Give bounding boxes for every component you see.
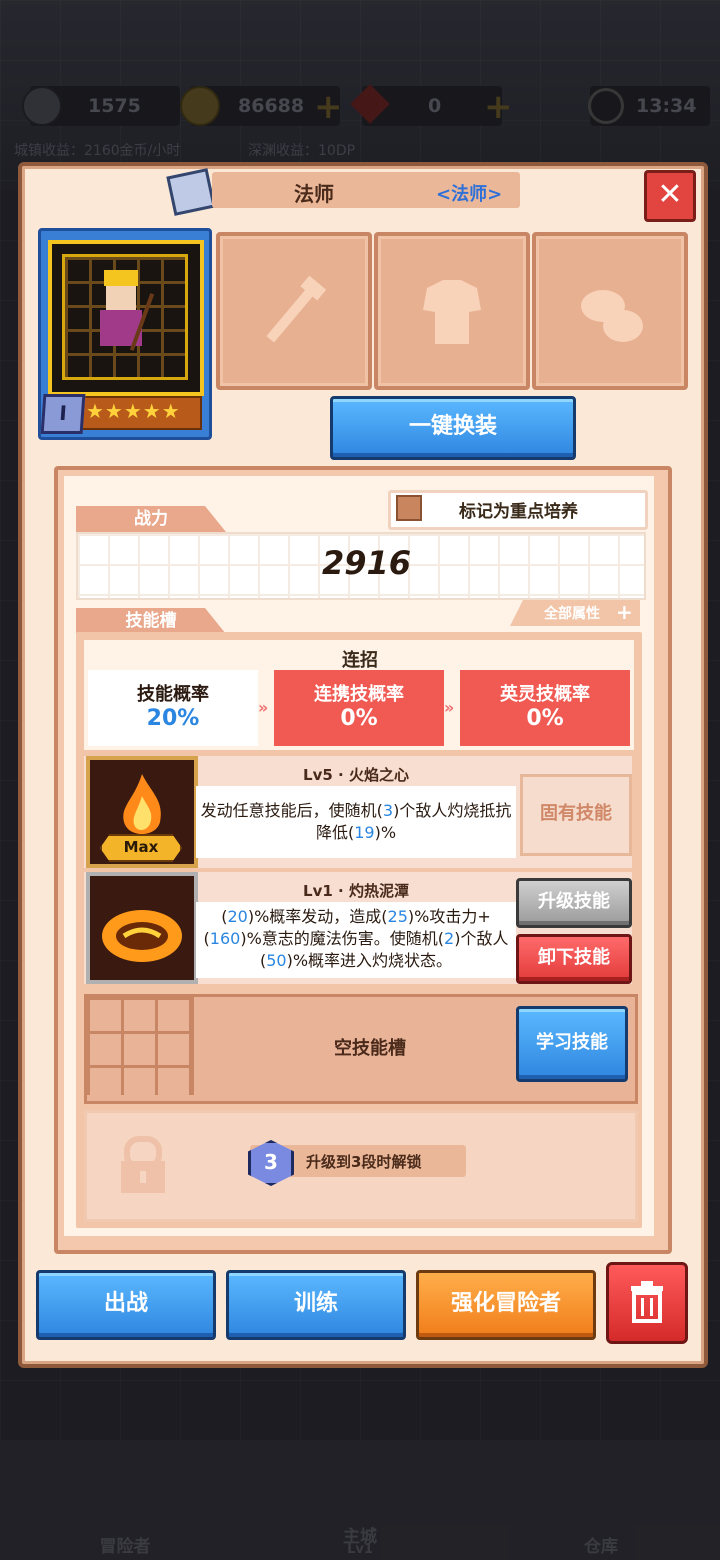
remove-skill-button[interactable]: 卸下技能 (516, 934, 632, 984)
combo-link-rate-value: 0% (340, 706, 378, 731)
learn-skill-button[interactable]: 学习技能 (516, 1006, 628, 1082)
innate-skill-button[interactable]: 固有技能 (520, 774, 632, 856)
trash-icon (631, 1281, 663, 1323)
unlock-requirement-text: 升级到3段时解锁 (306, 1153, 422, 1171)
max-level-badge: Max (100, 834, 182, 862)
armor-placeholder-icon (378, 236, 526, 386)
combo-skill-rate-label: 技能概率 (137, 684, 209, 705)
mage-sprite (96, 270, 155, 354)
combo-skill-rate: 技能概率 20% (88, 670, 258, 746)
desc-number: 160 (209, 929, 241, 948)
close-button[interactable]: ✕ (644, 170, 696, 222)
equip-slot-armor[interactable] (374, 232, 530, 390)
scroll-icon (166, 168, 216, 216)
class-tag: <法师> (436, 184, 503, 205)
power-tab: 战力 (76, 506, 226, 532)
combo-link-rate: 连携技概率 0% (274, 670, 444, 746)
all-attributes-label: 全部属性 (544, 606, 600, 622)
desc-number: 3 (382, 801, 394, 820)
deploy-button[interactable]: 出战 (36, 1270, 216, 1340)
desc-number: 20 (227, 907, 248, 926)
skill-2-name: Lv1 · 灼热泥潭 (303, 882, 409, 900)
skill-1-desc: 发动任意技能后，使随机(3)个敌人灼烧抵抗降低(19)% (196, 800, 516, 844)
combo-link-rate-label: 连携技概率 (314, 684, 404, 705)
desc-text: 发动任意技能后，使随机( (200, 801, 383, 820)
arrow-icon: » (444, 698, 455, 717)
empty-slot-label: 空技能槽 (334, 1038, 406, 1059)
desc-number: 19 (354, 823, 375, 842)
quick-equip-button[interactable]: 一键换装 (330, 396, 576, 460)
weapon-placeholder-icon (220, 236, 368, 386)
combo-skill-rate-value: 20% (146, 706, 200, 731)
upgrade-skill-button[interactable]: 升级技能 (516, 878, 632, 928)
mark-focus-label: 标记为重点培养 (459, 502, 578, 522)
power-value: 2916 (322, 544, 412, 582)
all-attributes-link[interactable]: 全部属性 + (510, 600, 640, 626)
desc-number: 25 (387, 907, 408, 926)
mark-focus-checkbox[interactable] (396, 495, 422, 521)
scorching-swamp-skill-icon[interactable] (86, 872, 198, 984)
skill-1-name: Lv5 · 火焰之心 (303, 766, 409, 784)
desc-text: )% (374, 823, 397, 842)
desc-text: )%意志的魔法伤害。使随机( (240, 929, 445, 948)
desc-number: 2 (444, 929, 455, 948)
combo-hero-rate-label: 英灵技概率 (500, 684, 590, 705)
empty-slot-pattern (87, 997, 194, 1095)
equip-slot-accessory[interactable] (532, 232, 688, 390)
combo-hero-rate-value: 0% (526, 706, 564, 731)
desc-text: )%概率发动，造成( (247, 907, 388, 926)
desc-number: 50 (266, 951, 287, 970)
skill-slots-tab: 技能槽 (76, 608, 226, 634)
dismiss-trash-button[interactable] (606, 1262, 688, 1344)
plus-icon: + (616, 600, 633, 624)
combo-hero-rate: 英灵技概率 0% (460, 670, 630, 746)
character-name: 法师 (294, 182, 334, 206)
arrow-icon: » (258, 698, 269, 717)
star-rating: ★★★★★ (86, 399, 181, 423)
mark-focus-toggle[interactable]: 标记为重点培养 (388, 490, 648, 530)
combo-title: 连招 (342, 650, 378, 671)
enhance-adventurer-button[interactable]: 强化冒险者 (416, 1270, 596, 1340)
train-button[interactable]: 训练 (226, 1270, 406, 1340)
lock-icon (113, 1133, 173, 1197)
desc-text: )%概率进入灼烧状态。 (286, 951, 453, 970)
equip-slot-weapon[interactable] (216, 232, 372, 390)
rank-badge: I (40, 394, 86, 434)
boots-placeholder-icon (536, 236, 684, 386)
skill-2-desc: (20)%概率发动，造成(25)%攻击力+(160)%意志的魔法伤害。使随机(2… (196, 906, 516, 972)
